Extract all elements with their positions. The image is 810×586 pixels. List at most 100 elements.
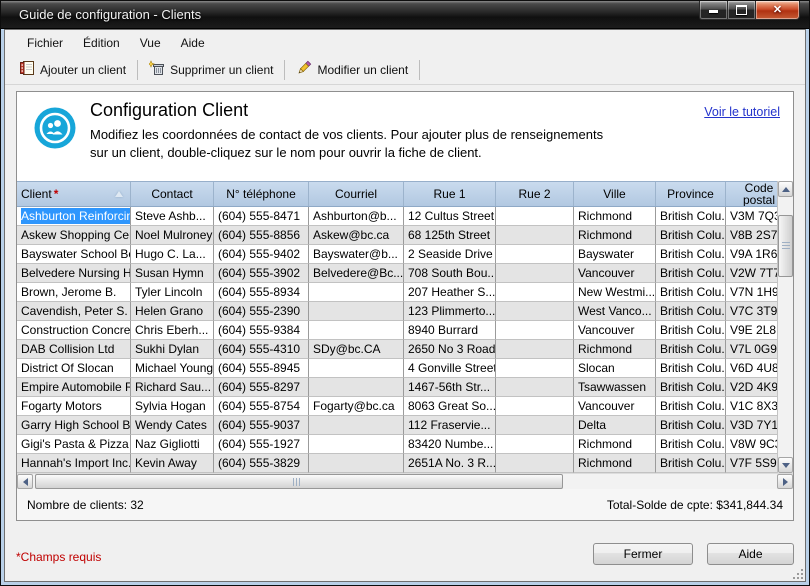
column-header-ville[interactable]: Ville <box>574 182 656 206</box>
cell-rue2[interactable] <box>496 454 574 473</box>
cell-province[interactable]: British Colu... <box>656 454 726 473</box>
minimize-button[interactable] <box>699 1 728 20</box>
cell-phone[interactable]: (604) 555-2390 <box>214 302 309 321</box>
cell-rue2[interactable] <box>496 226 574 245</box>
cell-contact[interactable]: Michael Young <box>131 359 214 378</box>
cell-rue1[interactable]: 12 Cultus Street <box>404 207 496 226</box>
column-header-province[interactable]: Province <box>656 182 726 206</box>
cell-phone[interactable]: (604) 555-9037 <box>214 416 309 435</box>
cell-courriel[interactable] <box>309 302 404 321</box>
cell-client[interactable]: Construction Concre... <box>17 321 131 340</box>
table-row[interactable]: Fogarty MotorsSylvia Hogan(604) 555-8754… <box>17 397 793 416</box>
cell-rue1[interactable]: 2651A No. 3 R... <box>404 454 496 473</box>
cell-rue2[interactable] <box>496 321 574 340</box>
cell-courriel[interactable]: Askew@bc.ca <box>309 226 404 245</box>
cell-phone[interactable]: (604) 555-8297 <box>214 378 309 397</box>
cell-ville[interactable]: Richmond <box>574 340 656 359</box>
cell-courriel[interactable] <box>309 435 404 454</box>
cell-rue2[interactable] <box>496 435 574 454</box>
cell-province[interactable]: British Colu... <box>656 264 726 283</box>
cell-client[interactable]: Empire Automobile R... <box>17 378 131 397</box>
cell-rue2[interactable] <box>496 264 574 283</box>
cell-contact[interactable]: Helen Grano <box>131 302 214 321</box>
cell-province[interactable]: British Colu... <box>656 416 726 435</box>
scroll-up-button[interactable] <box>778 181 793 197</box>
cell-rue2[interactable] <box>496 378 574 397</box>
cell-contact[interactable]: Noel Mulroney <box>131 226 214 245</box>
cell-province[interactable]: British Colu... <box>656 340 726 359</box>
cell-phone[interactable]: (604) 555-9384 <box>214 321 309 340</box>
cell-courriel[interactable] <box>309 454 404 473</box>
cell-contact[interactable]: Richard Sau... <box>131 378 214 397</box>
cell-rue1[interactable]: 2650 No 3 Road <box>404 340 496 359</box>
cell-phone[interactable]: (604) 555-9402 <box>214 245 309 264</box>
cell-contact[interactable]: Kevin Away <box>131 454 214 473</box>
cell-phone[interactable]: (604) 555-8856 <box>214 226 309 245</box>
table-row[interactable]: Ashburton ReinforcingSteve Ashb...(604) … <box>17 207 793 226</box>
cell-contact[interactable]: Chris Eberh... <box>131 321 214 340</box>
table-row[interactable]: Brown, Jerome B.Tyler Lincoln(604) 555-8… <box>17 283 793 302</box>
cell-ville[interactable]: Richmond <box>574 435 656 454</box>
cell-rue1[interactable]: 207 Heather S... <box>404 283 496 302</box>
edit-client-button[interactable]: Modifier un client <box>288 57 416 82</box>
column-header-phone[interactable]: N° téléphone <box>214 182 309 206</box>
cell-phone[interactable]: (604) 555-3902 <box>214 264 309 283</box>
cell-ville[interactable]: Vancouver <box>574 397 656 416</box>
cell-client[interactable]: Brown, Jerome B. <box>17 283 131 302</box>
cell-province[interactable]: British Colu... <box>656 378 726 397</box>
vertical-scrollbar[interactable] <box>777 181 793 473</box>
cell-courriel[interactable] <box>309 283 404 302</box>
cell-ville[interactable]: Delta <box>574 416 656 435</box>
cell-rue1[interactable]: 1467-56th Str... <box>404 378 496 397</box>
cell-contact[interactable]: Tyler Lincoln <box>131 283 214 302</box>
cell-courriel[interactable] <box>309 416 404 435</box>
cell-phone[interactable]: (604) 555-8945 <box>214 359 309 378</box>
cell-phone[interactable]: (604) 555-8754 <box>214 397 309 416</box>
cell-courriel[interactable]: Fogarty@bc.ca <box>309 397 404 416</box>
table-row[interactable]: Bayswater School Bo...Hugo C. La...(604)… <box>17 245 793 264</box>
table-row[interactable]: Cavendish, Peter S.Helen Grano(604) 555-… <box>17 302 793 321</box>
cell-ville[interactable]: Bayswater <box>574 245 656 264</box>
column-header-courriel[interactable]: Courriel <box>309 182 404 206</box>
cell-ville[interactable]: Vancouver <box>574 264 656 283</box>
cell-ville[interactable]: Vancouver <box>574 321 656 340</box>
cell-client[interactable]: Askew Shopping Cen... <box>17 226 131 245</box>
cell-client[interactable]: Garry High School Bo... <box>17 416 131 435</box>
cell-rue1[interactable]: 68 125th Street <box>404 226 496 245</box>
cell-province[interactable]: British Colu... <box>656 397 726 416</box>
cell-client[interactable]: Hannah's Import Inc. <box>17 454 131 473</box>
table-row[interactable]: DAB Collision LtdSukhi Dylan(604) 555-43… <box>17 340 793 359</box>
cell-ville[interactable]: Tsawwassen <box>574 378 656 397</box>
cell-ville[interactable]: Richmond <box>574 207 656 226</box>
cell-rue1[interactable]: 2 Seaside Drive <box>404 245 496 264</box>
cell-client[interactable]: Cavendish, Peter S. <box>17 302 131 321</box>
vertical-scrollbar-thumb[interactable] <box>778 215 793 277</box>
cell-phone[interactable]: (604) 555-8471 <box>214 207 309 226</box>
cell-contact[interactable]: Naz Gigliotti <box>131 435 214 454</box>
menu-vue[interactable]: Vue <box>130 32 171 54</box>
cell-ville[interactable]: Slocan <box>574 359 656 378</box>
close-button[interactable]: ✕ <box>755 1 800 20</box>
cell-province[interactable]: British Colu... <box>656 435 726 454</box>
cell-courriel[interactable]: Bayswater@b... <box>309 245 404 264</box>
horizontal-scrollbar[interactable] <box>17 473 793 489</box>
cell-rue1[interactable]: 8063 Great So... <box>404 397 496 416</box>
cell-client[interactable]: Gigi's Pasta & Pizza <box>17 435 131 454</box>
table-row[interactable]: Garry High School Bo...Wendy Cates(604) … <box>17 416 793 435</box>
cell-province[interactable]: British Colu... <box>656 226 726 245</box>
cell-client[interactable]: Fogarty Motors <box>17 397 131 416</box>
cell-phone[interactable]: (604) 555-3829 <box>214 454 309 473</box>
table-row[interactable]: Askew Shopping Cen...Noel Mulroney(604) … <box>17 226 793 245</box>
table-row[interactable]: Empire Automobile R...Richard Sau...(604… <box>17 378 793 397</box>
cell-client[interactable]: DAB Collision Ltd <box>17 340 131 359</box>
column-header-contact[interactable]: Contact <box>131 182 214 206</box>
cell-ville[interactable]: West Vanco... <box>574 302 656 321</box>
cell-client[interactable]: Belvedere Nursing H... <box>17 264 131 283</box>
cell-phone[interactable]: (604) 555-8934 <box>214 283 309 302</box>
cell-province[interactable]: British Colu... <box>656 283 726 302</box>
scroll-right-button[interactable] <box>777 474 793 489</box>
cell-ville[interactable]: New Westmi... <box>574 283 656 302</box>
menu-edition[interactable]: Édition <box>73 32 130 54</box>
cell-rue2[interactable] <box>496 302 574 321</box>
cell-client[interactable]: Bayswater School Bo... <box>17 245 131 264</box>
